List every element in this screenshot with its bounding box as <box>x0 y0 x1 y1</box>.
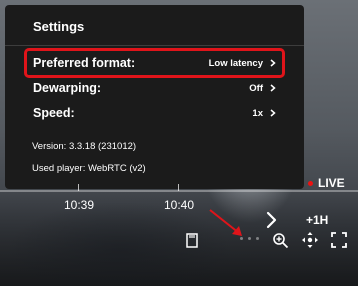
settings-panel: Settings Preferred format: Low latency D… <box>5 5 304 189</box>
live-indicator[interactable]: LIVE <box>308 176 345 190</box>
timeline-tick <box>78 184 79 191</box>
zoom-in-icon <box>272 232 288 248</box>
pan-button[interactable] <box>301 230 319 250</box>
more-dots-icon[interactable] <box>240 237 259 240</box>
speed-value: 1x <box>252 107 263 119</box>
speed-label: Speed: <box>33 106 75 120</box>
time-label: 10:39 <box>64 198 95 212</box>
settings-title: Settings <box>33 19 85 34</box>
pan-move-icon <box>302 232 318 248</box>
time-label: 10:40 <box>164 198 195 212</box>
settings-divider <box>5 45 304 46</box>
preferred-format-row[interactable]: Preferred format: Low latency <box>24 48 285 78</box>
fullscreen-icon <box>331 232 347 248</box>
timeline-tick <box>178 184 179 191</box>
chevron-right-icon <box>270 59 276 67</box>
preferred-format-value: Low latency <box>208 57 263 69</box>
chevron-right-icon[interactable] <box>264 211 280 229</box>
annotation-arrow-icon <box>209 209 242 236</box>
preferred-format-label: Preferred format: <box>33 56 136 70</box>
fullscreen-button[interactable] <box>330 230 348 250</box>
jump-forward-button[interactable]: +1H <box>306 213 328 227</box>
live-label: LIVE <box>318 176 345 190</box>
sd-card-button[interactable] <box>184 230 200 250</box>
live-dot-icon <box>308 180 313 186</box>
dewarping-value: Off <box>249 82 263 94</box>
chevron-right-icon <box>270 84 276 92</box>
dewarping-row[interactable]: Dewarping: Off <box>27 76 282 100</box>
version-info: Version: 3.3.18 (231012) <box>32 141 137 152</box>
timeline-track[interactable] <box>0 190 358 192</box>
sd-card-icon <box>186 232 198 248</box>
zoom-button[interactable] <box>271 230 289 250</box>
chevron-right-icon <box>270 109 276 117</box>
dewarping-label: Dewarping: <box>33 81 102 95</box>
player-info: Used player: WebRTC (v2) <box>32 163 146 174</box>
speed-row[interactable]: Speed: 1x <box>27 101 282 125</box>
